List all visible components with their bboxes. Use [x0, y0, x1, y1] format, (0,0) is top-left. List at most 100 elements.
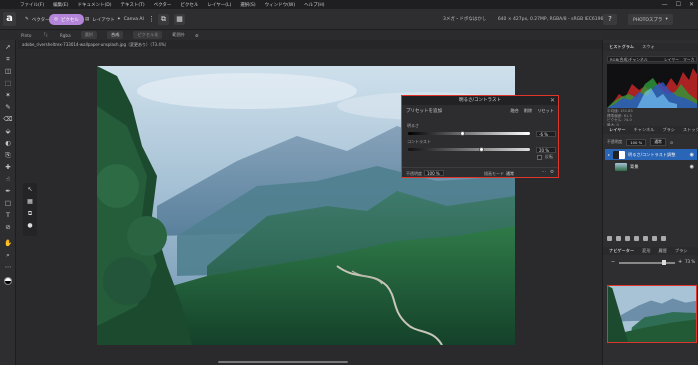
layer-blend-dropdown[interactable]: 通常: [650, 138, 666, 146]
more-tools-icon[interactable]: ⋯: [2, 263, 14, 272]
menu-file[interactable]: ファイル(F): [20, 2, 44, 8]
document-tab[interactable]: adobe_riversheltrex-733014-wallpaper-uns…: [22, 42, 169, 48]
menu-select[interactable]: 選択(S): [240, 2, 255, 8]
help-icon[interactable]: ?: [603, 14, 617, 25]
layer-expand-icon[interactable]: ▸: [608, 152, 610, 157]
studio-preset-button[interactable]: PHOTOスプラ ▾: [628, 14, 673, 25]
merge-button[interactable]: 融合: [510, 108, 518, 114]
contrast-slider[interactable]: [408, 148, 530, 151]
healing-tool-icon[interactable]: ✚: [2, 163, 14, 172]
group-icon[interactable]: [643, 236, 648, 241]
menu-pixel[interactable]: ピクセル: [180, 2, 198, 8]
dodge-tool-icon[interactable]: ◐: [2, 139, 14, 148]
status-scroll-indicator[interactable]: [218, 361, 348, 363]
brightness-value-field[interactable]: -6 %: [536, 131, 556, 137]
color-picker-icon[interactable]: ⊘: [2, 223, 14, 232]
minimize-icon[interactable]: —: [662, 1, 668, 8]
grid-subtool-icon[interactable]: ▦: [24, 197, 36, 207]
tab-histogram[interactable]: ヒストグラム: [609, 43, 634, 51]
more-menu-icon[interactable]: ⋮: [146, 14, 157, 25]
layer-opacity-field[interactable]: 100 %: [626, 138, 647, 146]
view-tool-icon[interactable]: ◫: [2, 67, 14, 76]
pen-tool-icon[interactable]: ✒: [2, 187, 14, 196]
tab-swatch[interactable]: スウォ: [642, 43, 655, 51]
ctx-item-bracket[interactable]: 「」: [41, 32, 49, 38]
ctx-select-button[interactable]: 選択: [80, 31, 98, 39]
tab-layers[interactable]: レイヤー: [609, 126, 626, 134]
zoom-value[interactable]: 73 %: [685, 259, 695, 264]
zoom-slider-knob[interactable]: [662, 260, 666, 265]
ctx-merge-button[interactable]: 合成: [107, 31, 124, 39]
dialog-settings-icon[interactable]: ⚙: [550, 170, 554, 175]
pointer-subtool-icon[interactable]: ↖: [24, 185, 36, 195]
fx-icon[interactable]: [634, 236, 639, 241]
delete-layer-icon[interactable]: [661, 236, 666, 241]
menu-layer[interactable]: レイヤー(L): [207, 2, 231, 8]
crop-tool-icon[interactable]: ⌗: [2, 55, 14, 64]
shape-tool-icon[interactable]: □: [2, 199, 14, 208]
menu-help[interactable]: ヘルプ(H): [304, 2, 324, 8]
layers-subtool-icon[interactable]: ⧉: [24, 209, 36, 219]
tab-transform[interactable]: 変形: [642, 247, 650, 255]
hand-tool-icon[interactable]: ✋: [2, 239, 14, 248]
tab-stock[interactable]: ストック: [683, 126, 698, 134]
magic-wand-icon[interactable]: ✶: [2, 91, 14, 100]
menu-edit[interactable]: 編集(E): [53, 2, 68, 8]
add-layer-icon[interactable]: [652, 236, 657, 241]
ctx-rasterize-button[interactable]: ピクセル化: [133, 31, 163, 39]
invert-checkbox[interactable]: [537, 154, 542, 160]
brightness-slider[interactable]: [408, 132, 530, 135]
ctx-item-pinto[interactable]: Pinto: [21, 33, 31, 38]
visibility-eye-icon[interactable]: ◉: [690, 164, 694, 170]
tab-channels[interactable]: チャンネル: [634, 126, 655, 134]
text-tool-icon[interactable]: T: [2, 211, 14, 220]
menu-text[interactable]: テキスト(T): [120, 2, 144, 8]
eraser-tool-icon[interactable]: ⌫: [2, 115, 14, 124]
tab-navigator[interactable]: ナビゲーター: [609, 247, 634, 255]
close-icon[interactable]: ✕: [689, 1, 694, 8]
persona-canva-ai-button[interactable]: ✦ Canva AI: [112, 14, 149, 25]
ctx-outside-button[interactable]: 範囲外: [172, 32, 185, 38]
menu-document[interactable]: ドキュメント(D): [77, 2, 111, 8]
layer-row-background[interactable]: 背景 ◉: [605, 161, 697, 172]
arrange-icon[interactable]: ⧉: [158, 14, 169, 25]
histogram-layer-option[interactable]: レイヤー: [664, 57, 679, 63]
more-options-icon[interactable]: ⋯: [541, 170, 546, 175]
zoom-out-icon[interactable]: −: [611, 259, 615, 265]
menu-vector[interactable]: ペクター: [154, 2, 172, 8]
dialog-close-icon[interactable]: ✕: [550, 96, 555, 105]
selection-tool-icon[interactable]: ⬚: [2, 79, 14, 88]
palette-subtool-icon[interactable]: ●: [24, 221, 36, 231]
zoom-in-icon[interactable]: +: [678, 259, 682, 265]
layer-mask-icon[interactable]: [607, 236, 612, 241]
move-tool-icon[interactable]: ➚: [2, 43, 14, 52]
clone-tool-icon[interactable]: ⎘: [2, 151, 14, 160]
zoom-slider[interactable]: [619, 262, 675, 264]
contrast-value-field[interactable]: 20 %: [536, 147, 556, 153]
settings-gear-icon[interactable]: ⚙: [195, 33, 199, 38]
add-preset-label[interactable]: プリセットを追加: [406, 108, 442, 114]
persona-pixel-button[interactable]: ◎ ピクセル: [49, 14, 84, 25]
adjustment-layer-icon[interactable]: [616, 236, 621, 241]
contrast-slider-knob[interactable]: [478, 147, 484, 152]
grid-icon[interactable]: ▦: [174, 14, 185, 25]
tab-brushes[interactable]: ブラシ: [662, 126, 674, 134]
ctx-item-rgba[interactable]: Rgba: [60, 33, 71, 38]
reset-button[interactable]: リセット: [537, 108, 554, 114]
fill-tool-icon[interactable]: ⬙: [2, 127, 14, 136]
tab-history[interactable]: 履歴: [659, 247, 667, 255]
layer-row-adjustment[interactable]: ▸ 明るさ/コントラスト調整 ◉: [605, 149, 697, 160]
brush-tool-icon[interactable]: ✎: [2, 103, 14, 112]
opacity-field[interactable]: 100 %: [424, 170, 444, 176]
tab-brush[interactable]: ブラシ: [675, 247, 687, 255]
smudge-tool-icon[interactable]: ☝: [2, 175, 14, 184]
live-filter-icon[interactable]: [625, 236, 630, 241]
delete-button[interactable]: 削除: [524, 108, 532, 114]
channel-dropdown[interactable]: RGB(合成)チャンネル: [610, 57, 648, 63]
zoom-tool-icon[interactable]: ⌕: [2, 251, 14, 260]
brightness-slider-knob[interactable]: [460, 131, 466, 136]
color-swatch-icon[interactable]: [2, 277, 14, 286]
menu-window[interactable]: ウィンドウ(W): [265, 2, 295, 8]
maximize-icon[interactable]: ☐: [676, 1, 681, 8]
blend-mode-dropdown[interactable]: 通常: [506, 171, 514, 177]
